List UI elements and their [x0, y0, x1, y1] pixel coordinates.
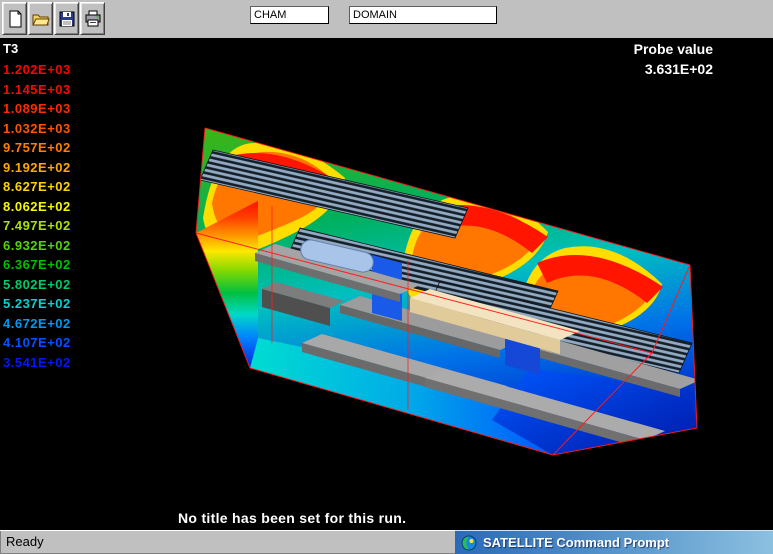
- legend-entry: 9.757E+02: [3, 138, 71, 158]
- legend-entry: 1.089E+03: [3, 99, 71, 119]
- domain-field[interactable]: [349, 6, 497, 24]
- open-button[interactable]: [28, 2, 53, 35]
- save-button[interactable]: [54, 2, 79, 35]
- probe-label: Probe value: [634, 39, 713, 59]
- status-bar: Ready SATELLITE Command Prompt: [0, 530, 773, 554]
- legend-entry: 4.672E+02: [3, 314, 71, 334]
- legend-entry: 6.932E+02: [3, 236, 71, 256]
- legend-entry: 9.192E+02: [3, 158, 71, 178]
- save-icon: [58, 10, 76, 28]
- run-title-message: No title has been set for this run.: [178, 510, 406, 526]
- legend: T3 1.202E+03 1.145E+03 1.089E+03 1.032E+…: [3, 40, 71, 372]
- toolbar: [0, 0, 773, 38]
- taskbar-item-label: SATELLITE Command Prompt: [483, 535, 669, 550]
- new-document-icon: [6, 10, 24, 28]
- legend-entry: 7.497E+02: [3, 216, 71, 236]
- status-text: Ready: [6, 534, 44, 549]
- legend-entry: 1.145E+03: [3, 80, 71, 100]
- legend-entry: 1.202E+03: [3, 60, 71, 80]
- legend-entry: 8.627E+02: [3, 177, 71, 197]
- legend-entry: 5.802E+02: [3, 275, 71, 295]
- print-button[interactable]: [80, 2, 105, 35]
- new-button[interactable]: [2, 2, 27, 35]
- phoenics-window: T3 1.202E+03 1.145E+03 1.089E+03 1.032E+…: [0, 0, 773, 554]
- status-panel: Ready: [0, 530, 455, 554]
- probe-value: 3.631E+02: [634, 59, 713, 79]
- legend-entry: 4.107E+02: [3, 333, 71, 353]
- print-icon: [84, 10, 102, 28]
- legend-title: T3: [3, 40, 71, 58]
- satellite-command-prompt-taskbar-item[interactable]: SATELLITE Command Prompt: [455, 530, 773, 554]
- legend-entry: 5.237E+02: [3, 294, 71, 314]
- legend-entry: 1.032E+03: [3, 119, 71, 139]
- render-viewport[interactable]: T3 1.202E+03 1.145E+03 1.089E+03 1.032E+…: [0, 38, 773, 530]
- satellite-icon: [461, 535, 477, 551]
- probe-readout: Probe value 3.631E+02: [634, 39, 713, 79]
- legend-entry: 8.062E+02: [3, 197, 71, 217]
- legend-entry: 6.367E+02: [3, 255, 71, 275]
- cfd-scene: [0, 38, 773, 530]
- open-folder-icon: [32, 10, 50, 28]
- legend-entry: 3.541E+02: [3, 353, 71, 373]
- cham-field[interactable]: [250, 6, 329, 24]
